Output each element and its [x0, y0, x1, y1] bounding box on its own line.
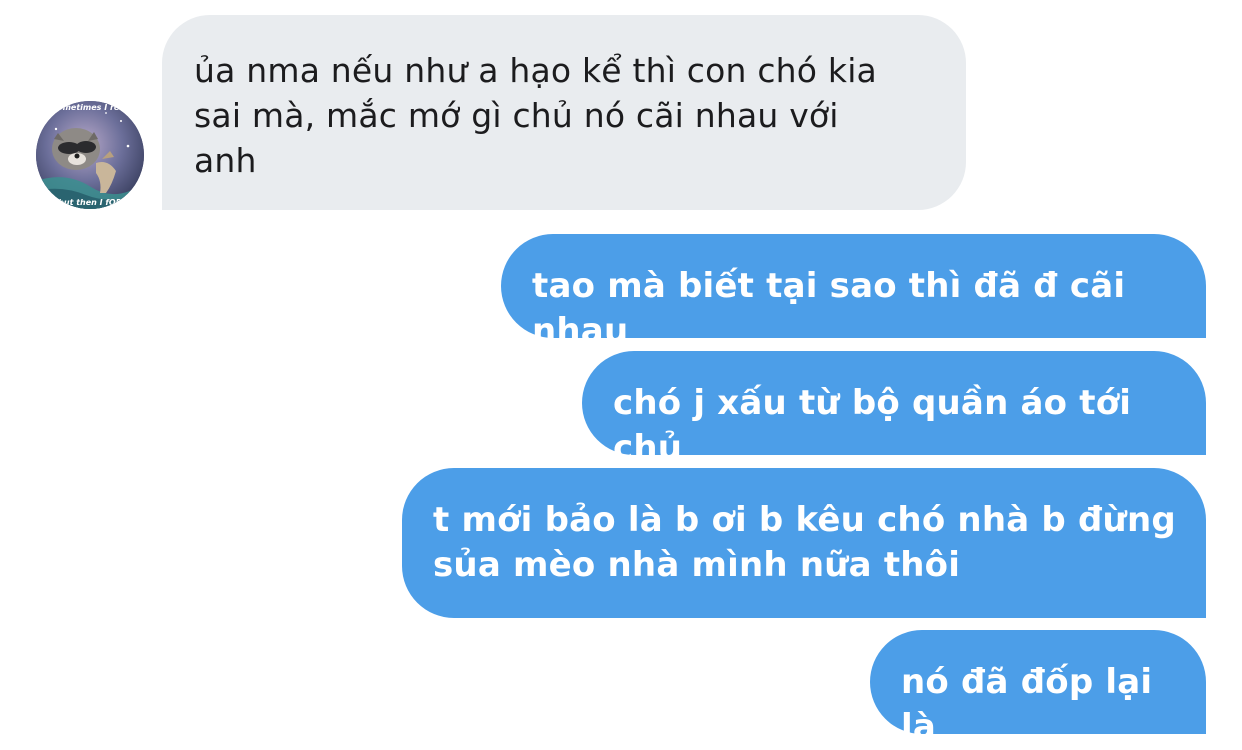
outgoing-message-bubble[interactable]: tao mà biết tại sao thì đã đ cãi nhau: [501, 234, 1206, 351]
incoming-message-bubble[interactable]: ủa nma nếu như a hạo kể thì con chó kia …: [162, 15, 966, 210]
avatar-caption-bottom: but then I fOR: [58, 198, 122, 207]
raccoon-meme-avatar-icon: [36, 101, 144, 209]
outgoing-message-bubble[interactable]: chó j xấu từ bộ quần áo tới chủ: [582, 351, 1206, 468]
contact-avatar[interactable]: sometimes I rem but then I fOR: [36, 101, 144, 209]
outgoing-message-bubble[interactable]: nó đã đốp lại là: [870, 630, 1206, 747]
avatar-caption-top: sometimes I rem: [52, 103, 128, 112]
outgoing-message-bubble[interactable]: t mới bảo là b ơi b kêu chó nhà b đừng s…: [402, 468, 1206, 618]
